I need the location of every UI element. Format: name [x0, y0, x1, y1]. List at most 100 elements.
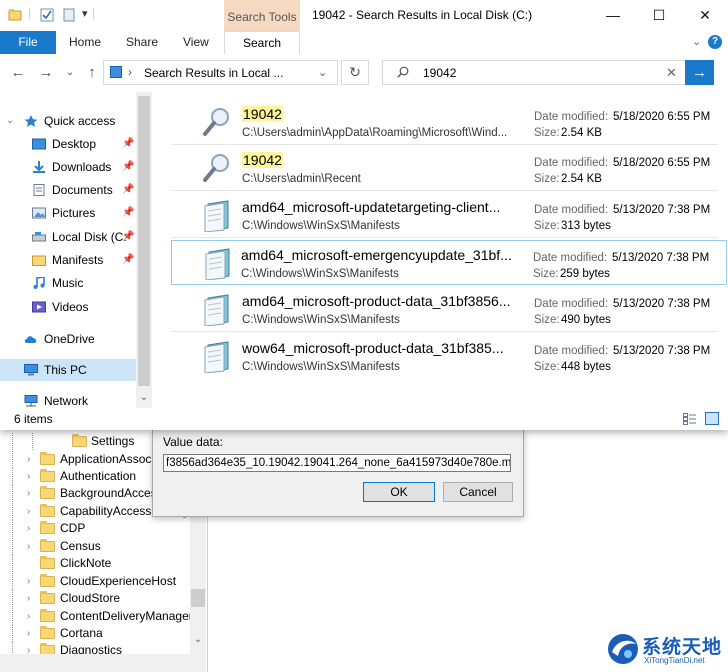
pin-icon[interactable]: 📌: [122, 249, 134, 271]
chevron-right-icon[interactable]: ›: [27, 520, 37, 537]
search-file-icon: [203, 108, 229, 136]
refresh-button[interactable]: ↻: [341, 60, 369, 85]
chevron-right-icon[interactable]: ›: [27, 538, 37, 555]
date-modified-value: 5/18/2020 6:55 PM: [613, 157, 711, 169]
tree-row[interactable]: › CloudStore: [0, 590, 190, 607]
tree-row[interactable]: › CloudExperienceHost: [0, 573, 190, 590]
date-modified-value: 5/13/2020 7:38 PM: [612, 252, 710, 264]
tab-search[interactable]: Search: [224, 31, 300, 55]
nav-item-onedrive[interactable]: OneDrive: [0, 328, 136, 350]
tab-home[interactable]: Home: [69, 31, 101, 54]
nav-item-manifests[interactable]: Manifests 📌: [0, 249, 136, 271]
result-name[interactable]: amd64_microsoft-emergencyupdate_31bf...: [241, 247, 512, 263]
navigation-pane: ⌄ Quick access Desktop 📌 Downloads 📌 Doc…: [0, 92, 152, 408]
forward-arrow-icon[interactable]: →: [36, 64, 56, 82]
address-path[interactable]: Search Results in Local ...: [144, 66, 283, 80]
nav-item-pictures[interactable]: Pictures 📌: [0, 202, 136, 224]
nav-item-label: Local Disk (C:: [52, 230, 127, 244]
nav-item-local-disk[interactable]: Local Disk (C: 📌: [0, 226, 136, 248]
chevron-right-icon[interactable]: ›: [27, 573, 37, 590]
ribbon-tabs: File Home Share View Search ⌄ ?: [0, 31, 728, 55]
pin-icon[interactable]: 📌: [122, 133, 134, 155]
recent-locations-icon[interactable]: ⌄: [60, 64, 80, 82]
tree-line: [12, 590, 14, 607]
folder-icon: [40, 521, 55, 534]
nav-item-videos[interactable]: Videos: [0, 296, 136, 318]
back-arrow-icon[interactable]: ←: [8, 64, 28, 82]
close-button[interactable]: ✕: [682, 0, 728, 31]
result-item[interactable]: 19042 C:\Users\admin\Recent Date modifie…: [172, 146, 718, 191]
breadcrumb-separator-icon[interactable]: ›: [128, 65, 132, 79]
title-bar[interactable]: | ▾ | Search Tools 19042 - Search Result…: [0, 0, 728, 31]
result-name[interactable]: wow64_microsoft-product-data_31bf385...: [242, 340, 503, 356]
search-go-button[interactable]: →: [685, 60, 714, 85]
nav-item-label: Pictures: [52, 206, 96, 220]
properties-icon[interactable]: [40, 8, 54, 22]
nav-item-downloads[interactable]: Downloads 📌: [0, 156, 136, 178]
chevron-right-icon[interactable]: ›: [27, 451, 37, 468]
scroll-down-icon[interactable]: ⌄: [190, 634, 206, 645]
tree-line: [12, 503, 14, 520]
result-item-selected[interactable]: amd64_microsoft-emergencyupdate_31bf... …: [171, 240, 727, 285]
search-input-value[interactable]: 19042: [423, 66, 456, 80]
tree-row[interactable]: › Cortana: [0, 625, 190, 642]
customize-toolbar-icon[interactable]: ▾: [82, 7, 88, 20]
nav-item-music[interactable]: Music: [0, 272, 136, 294]
clear-search-icon[interactable]: ✕: [666, 65, 677, 81]
chevron-right-icon[interactable]: ›: [27, 608, 37, 625]
value-data-input[interactable]: f3856ad364e35_10.19042.19041.264_none_6a…: [163, 454, 511, 472]
nav-item-quick-access[interactable]: ⌄ Quick access: [0, 110, 136, 132]
folder-icon: [40, 574, 55, 587]
result-item[interactable]: amd64_microsoft-updatetargeting-client..…: [172, 193, 718, 238]
result-item[interactable]: amd64_microsoft-product-data_31bf3856...…: [172, 287, 718, 332]
nav-item-this-pc[interactable]: This PC: [0, 359, 136, 381]
maximize-button[interactable]: ☐: [636, 0, 682, 31]
details-view-icon[interactable]: [683, 413, 697, 425]
tree-row[interactable]: › CDP: [0, 520, 190, 537]
minimize-button[interactable]: —: [590, 0, 636, 31]
search-input[interactable]: 19042 ✕: [382, 60, 686, 85]
nav-pane-scrollbar-thumb[interactable]: [138, 96, 150, 386]
result-name[interactable]: 19042: [242, 106, 283, 122]
chevron-right-icon[interactable]: ›: [27, 485, 37, 502]
nav-item-label: Desktop: [52, 137, 97, 151]
pin-icon[interactable]: 📌: [122, 226, 134, 248]
result-item[interactable]: wow64_microsoft-product-data_31bf385... …: [172, 334, 718, 379]
ok-button[interactable]: OK: [363, 482, 435, 502]
content-view-icon[interactable]: [705, 412, 719, 425]
new-folder-icon[interactable]: [62, 8, 76, 22]
tab-share[interactable]: Share: [126, 31, 158, 54]
tree-row[interactable]: › ContentDeliveryManager: [0, 608, 193, 625]
tab-file[interactable]: File: [0, 31, 56, 54]
tree-row[interactable]: ClickNote: [0, 555, 190, 572]
result-item[interactable]: 19042 C:\Users\admin\AppData\Roaming\Mic…: [172, 100, 718, 145]
chevron-down-icon[interactable]: ⌄: [6, 110, 14, 132]
search-results-list: 19042 C:\Users\admin\AppData\Roaming\Mic…: [171, 100, 728, 400]
result-name[interactable]: amd64_microsoft-product-data_31bf3856...: [242, 293, 511, 309]
pin-icon[interactable]: 📌: [122, 202, 134, 224]
pin-icon[interactable]: 📌: [122, 179, 134, 201]
nav-item-desktop[interactable]: Desktop 📌: [0, 133, 136, 155]
result-name[interactable]: 19042: [242, 152, 283, 168]
desktop-icon: [32, 138, 46, 150]
pin-icon[interactable]: 📌: [122, 156, 134, 178]
tree-row[interactable]: › Census: [0, 538, 190, 555]
tree-horizontal-scrollbar[interactable]: [0, 654, 190, 672]
address-field[interactable]: › Search Results in Local ... ⌄: [103, 60, 338, 85]
nav-item-documents[interactable]: Documents 📌: [0, 179, 136, 201]
tab-view[interactable]: View: [183, 31, 209, 54]
result-name[interactable]: amd64_microsoft-updatetargeting-client..…: [242, 199, 500, 215]
chevron-right-icon[interactable]: ›: [27, 468, 37, 485]
computer-icon: [24, 364, 38, 376]
chevron-right-icon[interactable]: ›: [27, 625, 37, 642]
chevron-right-icon[interactable]: ›: [27, 590, 37, 607]
address-dropdown-icon[interactable]: ⌄: [318, 66, 327, 79]
expand-ribbon-icon[interactable]: ⌄: [692, 35, 701, 48]
help-icon[interactable]: ?: [708, 35, 722, 49]
tree-scrollbar-thumb[interactable]: [191, 589, 205, 607]
scroll-down-icon[interactable]: ⌄: [136, 392, 152, 403]
up-arrow-icon[interactable]: ↑: [82, 64, 102, 82]
cancel-button[interactable]: Cancel: [443, 482, 513, 502]
date-modified-label: Date modified:: [534, 298, 609, 310]
chevron-right-icon[interactable]: ›: [27, 503, 37, 520]
